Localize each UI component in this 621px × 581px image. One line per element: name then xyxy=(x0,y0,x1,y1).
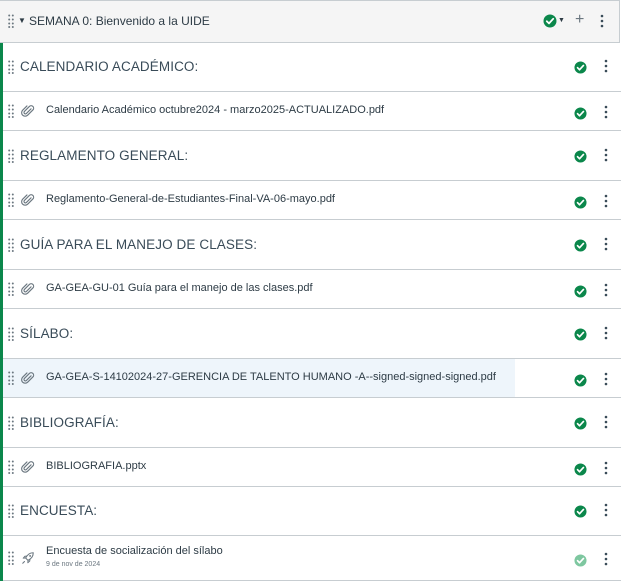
published-status-bar xyxy=(0,181,3,220)
drag-handle-icon[interactable] xyxy=(8,371,14,385)
published-status-bar xyxy=(0,131,3,181)
published-status-bar xyxy=(0,448,3,487)
kebab-menu-icon[interactable] xyxy=(604,326,608,340)
published-status-bar xyxy=(0,359,3,398)
check-circle-icon[interactable] xyxy=(574,150,587,163)
drag-handle-icon[interactable] xyxy=(8,149,14,163)
caret-down-icon[interactable]: ▼ xyxy=(18,16,26,25)
paperclip-icon xyxy=(21,193,35,207)
publish-status-icon[interactable] xyxy=(543,14,557,28)
item-title-link[interactable]: Calendario Académico octubre2024 - marzo… xyxy=(46,104,384,116)
kebab-menu-icon[interactable] xyxy=(604,415,608,429)
drag-handle-icon[interactable] xyxy=(8,327,14,341)
module-subheader[interactable]: BIBLIOGRAFÍA: xyxy=(0,398,621,448)
module-item-file[interactable]: BIBLIOGRAFIA.pptx xyxy=(0,448,621,487)
paperclip-icon xyxy=(21,371,35,385)
drag-handle-icon[interactable] xyxy=(8,504,14,518)
kebab-menu-icon[interactable] xyxy=(604,283,608,297)
module-subheader[interactable]: REGLAMENTO GENERAL: xyxy=(0,131,621,181)
module-subheader[interactable]: GUÍA PARA EL MANEJO DE CLASES: xyxy=(0,220,621,270)
module-container: ▼ SEMANA 0: Bienvenido a la UIDE ▼ + CAL… xyxy=(0,0,621,581)
item-title-link[interactable]: Reglamento-General-de-Estudiantes-Final-… xyxy=(46,193,335,205)
check-circle-icon[interactable] xyxy=(574,239,587,252)
subheader-label: BIBLIOGRAFÍA: xyxy=(20,415,119,430)
subheader-label: SÍLABO: xyxy=(20,326,74,341)
published-status-bar xyxy=(0,270,3,309)
module-subheader[interactable]: SÍLABO: xyxy=(0,309,621,359)
drag-handle-icon[interactable] xyxy=(8,14,14,28)
kebab-menu-icon[interactable] xyxy=(604,194,608,208)
paperclip-icon xyxy=(21,460,35,474)
published-status-bar xyxy=(0,536,3,581)
item-title-link[interactable]: GA-GEA-GU-01 Guía para el manejo de las … xyxy=(46,282,313,294)
module-subheader[interactable]: CALENDARIO ACADÉMICO: xyxy=(0,43,621,92)
module-subheader[interactable]: ENCUESTA: xyxy=(0,487,621,536)
check-circle-icon[interactable] xyxy=(574,505,587,518)
published-status-bar xyxy=(0,398,3,448)
module-menu-kebab-icon[interactable] xyxy=(600,14,604,28)
module-header[interactable]: ▼ SEMANA 0: Bienvenido a la UIDE ▼ + xyxy=(0,0,620,43)
published-status-bar xyxy=(0,220,3,270)
drag-handle-icon[interactable] xyxy=(8,238,14,252)
add-item-plus-icon[interactable]: + xyxy=(575,10,584,30)
drag-handle-icon[interactable] xyxy=(8,460,14,474)
item-due-date: 9 de nov de 2024 xyxy=(46,561,101,568)
kebab-menu-icon[interactable] xyxy=(604,503,608,517)
subheader-label: REGLAMENTO GENERAL: xyxy=(20,148,189,163)
check-circle-icon[interactable] xyxy=(574,285,587,298)
rocket-icon xyxy=(21,551,35,565)
item-title-link[interactable]: GA-GEA-S-14102024-27-GERENCIA DE TALENTO… xyxy=(46,371,496,383)
published-status-bar xyxy=(0,309,3,359)
item-title-link[interactable]: BIBLIOGRAFIA.pptx xyxy=(46,460,146,472)
paperclip-icon xyxy=(21,104,35,118)
check-circle-icon[interactable] xyxy=(574,554,587,567)
kebab-menu-icon[interactable] xyxy=(604,59,608,73)
check-circle-icon[interactable] xyxy=(574,61,587,74)
published-status-bar xyxy=(0,487,3,536)
kebab-menu-icon[interactable] xyxy=(604,148,608,162)
drag-handle-icon[interactable] xyxy=(8,60,14,74)
paperclip-icon xyxy=(21,282,35,296)
check-circle-icon[interactable] xyxy=(574,196,587,209)
drag-handle-icon[interactable] xyxy=(8,551,14,565)
drag-handle-icon[interactable] xyxy=(8,416,14,430)
subheader-label: GUÍA PARA EL MANEJO DE CLASES: xyxy=(20,237,258,252)
item-title-link[interactable]: Encuesta de socialización del sílabo xyxy=(46,545,223,557)
kebab-menu-icon[interactable] xyxy=(604,461,608,475)
module-item-file[interactable]: GA-GEA-GU-01 Guía para el manejo de las … xyxy=(0,270,621,309)
check-circle-icon[interactable] xyxy=(574,107,587,120)
check-circle-icon[interactable] xyxy=(574,374,587,387)
kebab-menu-icon[interactable] xyxy=(604,105,608,119)
check-circle-icon[interactable] xyxy=(574,417,587,430)
drag-handle-icon[interactable] xyxy=(8,282,14,296)
kebab-menu-icon[interactable] xyxy=(604,372,608,386)
check-circle-icon[interactable] xyxy=(574,463,587,476)
subheader-label: ENCUESTA: xyxy=(20,503,98,518)
module-item-file[interactable]: Reglamento-General-de-Estudiantes-Final-… xyxy=(0,181,621,220)
module-title[interactable]: SEMANA 0: Bienvenido a la UIDE xyxy=(29,14,210,28)
kebab-menu-icon[interactable] xyxy=(604,552,608,566)
published-status-bar xyxy=(0,92,3,131)
published-status-bar xyxy=(0,43,3,92)
check-circle-icon[interactable] xyxy=(574,328,587,341)
module-item-file[interactable]: Calendario Académico octubre2024 - marzo… xyxy=(0,92,621,131)
drag-handle-icon[interactable] xyxy=(8,104,14,118)
subheader-label: CALENDARIO ACADÉMICO: xyxy=(20,59,199,74)
publish-menu-caret-icon[interactable]: ▼ xyxy=(558,17,565,24)
module-item-quiz[interactable]: Encuesta de socialización del sílabo 9 de… xyxy=(0,536,621,581)
kebab-menu-icon[interactable] xyxy=(604,237,608,251)
module-item-file[interactable]: GA-GEA-S-14102024-27-GERENCIA DE TALENTO… xyxy=(0,359,621,398)
drag-handle-icon[interactable] xyxy=(8,193,14,207)
